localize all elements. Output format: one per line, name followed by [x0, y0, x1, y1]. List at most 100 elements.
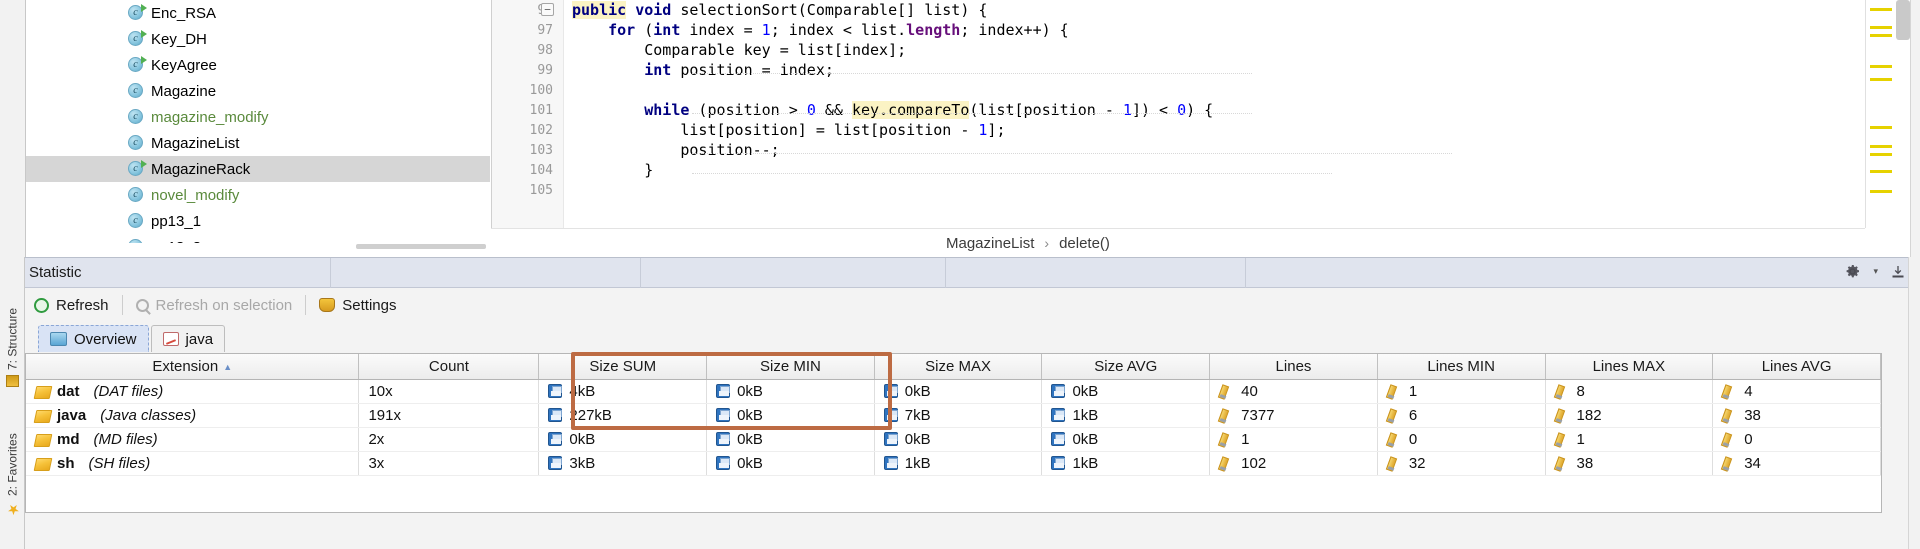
column-header-label: Lines [1275, 357, 1312, 375]
indent-guide [692, 153, 1452, 154]
column-header-count[interactable]: Count [358, 354, 540, 380]
tree-item[interactable]: c Magazine [26, 78, 490, 104]
gear-icon[interactable] [1844, 263, 1861, 280]
disk-icon [716, 384, 731, 398]
left-tool-strip-top [0, 0, 26, 257]
code-line[interactable]: Comparable key = list[index]; [572, 40, 906, 60]
editor-gutter[interactable]: 96979899100101102103104105 [492, 0, 564, 228]
pencil-icon [1555, 408, 1570, 422]
disk-icon [1051, 456, 1066, 470]
tree-item[interactable]: c magazine_modify [26, 104, 490, 130]
column-header-size-min[interactable]: Size MIN [706, 354, 875, 380]
cell-lines-min: 32 [1377, 451, 1546, 476]
folder-icon [35, 457, 50, 470]
cell-value: 1 [1408, 382, 1418, 400]
table-row[interactable]: sh (SH files) 3x 3kB 0kB 1kB 1kB 102 32 38 34 [26, 451, 1881, 476]
tree-item[interactable]: c KeyAgree [26, 52, 490, 78]
column-header-label: Lines MAX [1592, 357, 1666, 375]
disk-icon [548, 456, 563, 470]
pencil-icon [1722, 432, 1737, 446]
tab-java[interactable]: java [150, 325, 226, 352]
cell-value: 1 [1241, 430, 1250, 448]
cell-size-max: 7kB [874, 403, 1043, 428]
disk-icon [548, 384, 563, 398]
code-line[interactable]: while (position > 0 && key.compareTo(lis… [572, 100, 1213, 120]
table-row[interactable]: java (Java classes) 191x 227kB 0kB 7kB 1kB 7377… [26, 403, 1881, 428]
cell-lines-avg: 38 [1712, 403, 1881, 428]
toolbar-button-settings[interactable]: Settings [310, 292, 405, 318]
column-header-extension[interactable]: Extension ▲ [26, 354, 360, 380]
breadcrumb-class[interactable]: MagazineList [946, 235, 1034, 252]
cell-value: 1kB [1072, 454, 1099, 472]
cell-value: 38 [1576, 454, 1594, 472]
java-class-icon: c [128, 4, 147, 21]
tree-horizontal-scrollbar[interactable] [26, 243, 490, 249]
cell-value: 38 [1744, 406, 1761, 424]
tree-item[interactable]: c pp13_1 [26, 208, 490, 234]
cell-value: 0kB [904, 430, 931, 448]
code-line[interactable]: int position = index; [572, 60, 834, 80]
cell-count: 191x [358, 403, 540, 428]
code-editor[interactable]: 96979899100101102103104105 public void s… [491, 0, 1865, 228]
tree-item-label: Enc_RSA [151, 4, 217, 22]
table-header-row: Extension ▲ Count Size SUM Size MIN Size MAX S… [26, 354, 1881, 380]
java-chart-icon [162, 332, 179, 346]
tree-item[interactable]: c MagazineList [26, 130, 490, 156]
column-header-size-sum[interactable]: Size SUM [538, 354, 708, 380]
disk-icon [548, 408, 563, 422]
pencil-icon [1555, 384, 1570, 398]
column-header-size-max[interactable]: Size MAX [874, 354, 1043, 380]
code-fold-icon[interactable]: − [541, 3, 554, 16]
breadcrumb: MagazineList › delete() [491, 228, 1865, 257]
cell-value: 32 [1408, 454, 1426, 472]
toolbar-button-refresh[interactable]: Refresh [25, 292, 118, 318]
tree-item[interactable]: c novel_modify [26, 182, 490, 208]
editor-marker-bar[interactable] [1865, 0, 1900, 228]
column-header-label: Lines MIN [1427, 357, 1495, 375]
tree-item[interactable]: c Enc_RSA [26, 0, 490, 26]
table-row[interactable]: dat (DAT files) 10x 4kB 0kB 0kB 0kB 40 1 8 4 [26, 379, 1881, 404]
hide-icon[interactable] [1890, 264, 1906, 280]
extension-description: (SH files) [88, 454, 151, 472]
java-class-icon: c [128, 160, 147, 177]
code-line[interactable]: position--; [572, 140, 779, 160]
statistic-table-container[interactable]: Extension ▲ Count Size SUM Size MIN Size MAX S… [25, 352, 1882, 513]
column-header-lines[interactable]: Lines [1209, 354, 1378, 380]
column-header-lines-avg[interactable]: Lines AVG [1712, 354, 1881, 380]
tree-item[interactable]: c Key_DH [26, 26, 490, 52]
code-line[interactable]: list[position] = list[position - 1]; [572, 120, 1005, 140]
tree-item[interactable]: c MagazineRack [26, 156, 490, 182]
cell-value: 7377 [1241, 406, 1275, 424]
sidebar-item-structure[interactable]: 7: Structure [0, 277, 25, 387]
breadcrumb-member[interactable]: delete() [1059, 235, 1110, 252]
editor-code-area[interactable]: public void selectionSort(Comparable[] l… [541, 0, 1865, 228]
column-header-lines-max[interactable]: Lines MAX [1545, 354, 1714, 380]
java-class-icon: c [128, 135, 144, 151]
statistic-tool-window: Statistic ▾ Refresh Refresh on selection… [0, 257, 1920, 549]
pencil-icon [1722, 384, 1737, 398]
chevron-down-icon[interactable]: ▾ [1873, 266, 1878, 277]
cell-size-avg: 1kB [1041, 451, 1211, 476]
overview-icon [50, 332, 67, 346]
tab-overview[interactable]: Overview [38, 325, 149, 352]
disk-icon [883, 456, 898, 470]
pencil-icon [1387, 384, 1402, 398]
cell-lines: 102 [1209, 451, 1378, 476]
table-row[interactable]: md (MD files) 2x 0kB 0kB 0kB 0kB 1 0 1 0 [26, 427, 1881, 452]
toolbar-button-label: Refresh on selection [155, 296, 293, 314]
tree-item-label: Magazine [151, 82, 217, 100]
sidebar-item-favorites[interactable]: ★ 2: Favorites [0, 407, 25, 517]
column-header-lines-min[interactable]: Lines MIN [1377, 354, 1546, 380]
disk-icon [883, 408, 898, 422]
code-line[interactable]: public void selectionSort(Comparable[] l… [541, 0, 987, 20]
cell-value: 0kB [1072, 382, 1099, 400]
cell-value: 0kB [904, 382, 931, 400]
code-line[interactable]: for (int index = 1; index < list.length;… [572, 20, 1069, 40]
project-tree[interactable]: c Enc_RSA c Key_DH c KeyAgree c Magazine c magazi… [26, 0, 490, 249]
column-header-size-avg[interactable]: Size AVG [1041, 354, 1211, 380]
tab-label: java [185, 330, 214, 348]
editor-vertical-scrollbar[interactable] [1896, 0, 1910, 40]
cell-lines-min: 6 [1377, 403, 1546, 428]
code-line[interactable]: } [572, 160, 653, 180]
cell-value: 34 [1744, 454, 1761, 472]
